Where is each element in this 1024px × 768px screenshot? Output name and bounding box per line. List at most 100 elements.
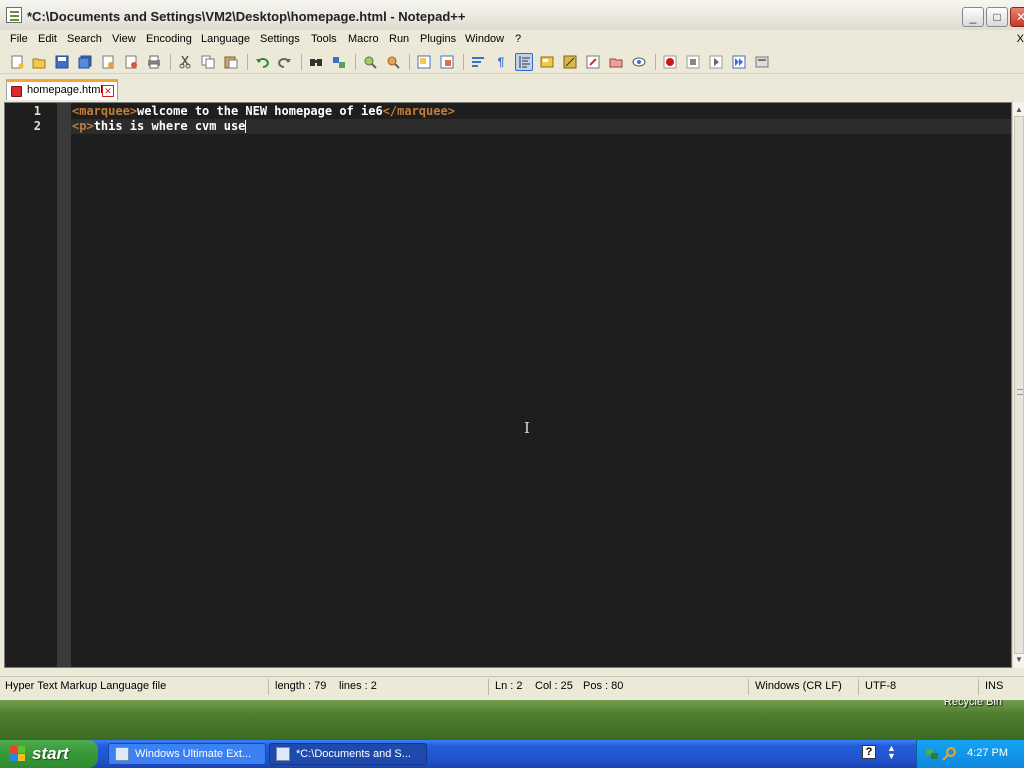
open-tag: <marquee> xyxy=(72,104,138,118)
maximize-button[interactable]: □ xyxy=(986,7,1008,27)
clock[interactable]: 4:27 PM xyxy=(967,747,1008,759)
zoom-out-icon[interactable] xyxy=(384,53,402,71)
sync-horizontal-icon[interactable] xyxy=(438,53,456,71)
function-list-icon[interactable] xyxy=(584,53,602,71)
menu-window[interactable]: Window xyxy=(465,33,504,45)
windows-logo-icon xyxy=(10,746,26,762)
show-hidden-icons-icon[interactable]: ▲ ▼ xyxy=(887,744,896,761)
toolbar-separator xyxy=(409,54,410,70)
status-insert-mode[interactable]: INS xyxy=(985,680,1003,692)
ibeam-cursor-icon: I xyxy=(524,419,530,437)
taskbar-item-windows-ultimate[interactable]: Windows Ultimate Ext... xyxy=(108,743,266,765)
toolbar-separator xyxy=(655,54,656,70)
menu-run[interactable]: Run xyxy=(389,33,409,45)
sync-vertical-icon[interactable] xyxy=(415,53,433,71)
status-separator xyxy=(488,679,489,695)
menu-edit[interactable]: Edit xyxy=(38,33,57,45)
close-icon: ✕ xyxy=(1015,10,1024,24)
redo-icon[interactable] xyxy=(276,53,294,71)
new-file-icon[interactable] xyxy=(8,53,26,71)
play-macro-icon[interactable] xyxy=(707,53,725,71)
tab-bar: homepage.html ✕ xyxy=(0,77,1024,101)
code-editor[interactable]: 1 2 <marquee>welcome to the NEW homepage… xyxy=(4,102,1012,668)
document-map-icon[interactable] xyxy=(561,53,579,71)
scroll-up-arrow-icon[interactable]: ▲ xyxy=(1013,104,1024,116)
status-separator xyxy=(858,679,859,695)
menu-macro[interactable]: Macro xyxy=(348,33,379,45)
cut-icon[interactable] xyxy=(176,53,194,71)
notepadpp-app-icon[interactable] xyxy=(6,7,22,23)
help-icon[interactable]: ? xyxy=(862,745,876,759)
vertical-scrollbar[interactable]: ▲ ▼ xyxy=(1012,102,1024,668)
user-defined-language-icon[interactable] xyxy=(538,53,556,71)
title-bar[interactable]: *C:\Documents and Settings\VM2\Desktop\h… xyxy=(0,0,1024,32)
tab-homepage-html[interactable]: homepage.html ✕ xyxy=(6,79,118,100)
scroll-thumb[interactable] xyxy=(1014,116,1024,654)
close-icon[interactable] xyxy=(99,53,117,71)
status-encoding[interactable]: UTF-8 xyxy=(865,680,896,692)
show-all-characters-icon[interactable]: ¶ xyxy=(492,53,510,71)
minimize-button[interactable]: _ xyxy=(962,7,984,27)
menu-help[interactable]: ? xyxy=(515,33,521,45)
line-text: welcome to the NEW homepage of ie6 xyxy=(137,104,383,118)
notepadpp-window: *C:\Documents and Settings\VM2\Desktop\h… xyxy=(0,0,1024,700)
save-icon[interactable] xyxy=(53,53,71,71)
menu-plugins[interactable]: Plugins xyxy=(420,33,456,45)
menu-language[interactable]: Language xyxy=(201,33,250,45)
status-lines: lines : 2 xyxy=(339,680,377,692)
record-macro-icon[interactable] xyxy=(661,53,679,71)
copy-icon[interactable] xyxy=(199,53,217,71)
status-separator xyxy=(748,679,749,695)
start-label: start xyxy=(32,744,69,763)
taskbar-item-notepadpp[interactable]: *C:\Documents and S... xyxy=(269,743,427,765)
toolbar-separator xyxy=(301,54,302,70)
menu-settings[interactable]: Settings xyxy=(260,33,300,45)
save-all-icon[interactable] xyxy=(76,53,94,71)
stop-recording-icon[interactable] xyxy=(684,53,702,71)
monitoring-icon[interactable] xyxy=(630,53,648,71)
close-button[interactable]: ✕ xyxy=(1010,7,1024,27)
undo-icon[interactable] xyxy=(253,53,271,71)
fold-margin[interactable] xyxy=(57,103,71,667)
close-document-button[interactable]: X xyxy=(1017,33,1024,45)
menu-tools[interactable]: Tools xyxy=(311,33,337,45)
menu-search[interactable]: Search xyxy=(67,33,102,45)
word-wrap-icon[interactable] xyxy=(469,53,487,71)
status-position: Pos : 80 xyxy=(583,680,624,692)
menu-bar: File Edit Search View Encoding Language … xyxy=(0,30,1024,50)
save-macro-icon[interactable] xyxy=(753,53,771,71)
status-eol[interactable]: Windows (CR LF) xyxy=(755,680,842,692)
paste-icon[interactable] xyxy=(222,53,240,71)
status-length: length : 79 xyxy=(275,680,327,692)
open-file-icon[interactable] xyxy=(30,53,48,71)
print-icon[interactable] xyxy=(145,53,163,71)
menu-encoding[interactable]: Encoding xyxy=(146,33,192,45)
code-area[interactable]: <marquee>welcome to the NEW homepage of … xyxy=(71,103,1011,667)
menu-view[interactable]: View xyxy=(112,33,136,45)
network-icon[interactable] xyxy=(925,746,940,761)
start-button[interactable]: start xyxy=(0,740,98,768)
close-all-icon[interactable] xyxy=(122,53,140,71)
toolbar-separator xyxy=(463,54,464,70)
search-icon[interactable] xyxy=(942,746,957,761)
code-line-2[interactable]: <p>this is where cvm use xyxy=(71,119,1011,134)
status-file-type: Hyper Text Markup Language file xyxy=(5,680,167,692)
scroll-down-arrow-icon[interactable]: ▼ xyxy=(1013,654,1024,666)
replace-icon[interactable] xyxy=(330,53,348,71)
status-bar: Hyper Text Markup Language file length :… xyxy=(0,676,1024,696)
taskbar-item-label: Windows Ultimate Ext... xyxy=(135,748,252,760)
menu-file[interactable]: File xyxy=(10,33,28,45)
toolbar-separator xyxy=(247,54,248,70)
system-tray: 4:27 PM xyxy=(916,740,1024,768)
tab-label: homepage.html xyxy=(27,84,103,96)
status-column: Col : 25 xyxy=(535,680,573,692)
line-text: this is where cvm use xyxy=(93,119,246,133)
tab-close-icon[interactable]: ✕ xyxy=(102,85,114,97)
indent-guide-icon[interactable] xyxy=(515,53,533,71)
folder-as-workspace-icon[interactable] xyxy=(607,53,625,71)
toolbar-separator xyxy=(170,54,171,70)
zoom-in-icon[interactable] xyxy=(361,53,379,71)
run-macro-multiple-icon[interactable] xyxy=(730,53,748,71)
code-line-1[interactable]: <marquee>welcome to the NEW homepage of … xyxy=(71,104,1011,119)
find-icon[interactable] xyxy=(307,53,325,71)
